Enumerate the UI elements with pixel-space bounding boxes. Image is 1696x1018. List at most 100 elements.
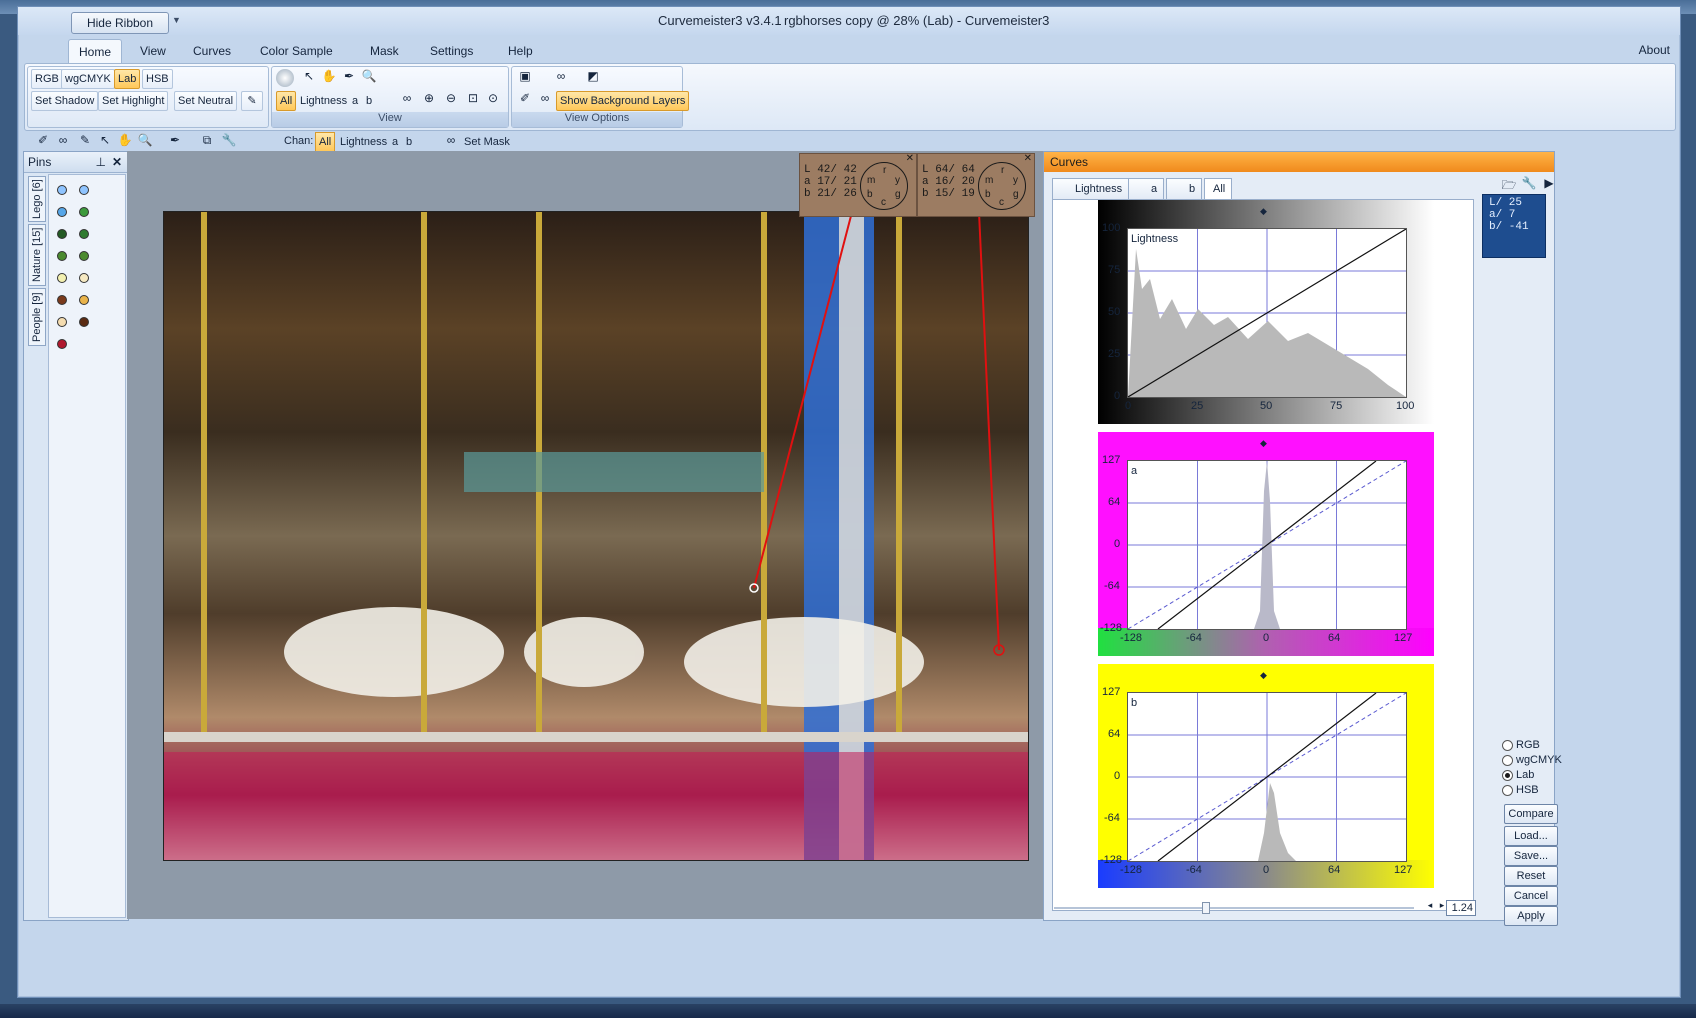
pin-icon[interactable] xyxy=(57,207,67,217)
mode-hsb-button[interactable]: HSB xyxy=(142,69,173,89)
channel-lightness-button[interactable]: Lightness xyxy=(296,91,351,111)
toolbar-channel-all[interactable]: All xyxy=(315,132,336,152)
toolbar-channel-lightness[interactable]: Lightness xyxy=(336,132,391,152)
mask-view-icon[interactable]: ∞ xyxy=(552,69,570,87)
mask-toggle-icon[interactable]: ∞ xyxy=(536,91,554,109)
pin-icon[interactable] xyxy=(57,273,67,283)
channel-b-button[interactable]: b xyxy=(362,91,376,111)
pins-tab-people[interactable]: People [9] xyxy=(28,288,46,346)
curve-handle-icon[interactable]: ◆ xyxy=(1260,670,1267,681)
mode-wgcmyk-button[interactable]: wgCMYK xyxy=(61,69,115,89)
pins-tab-lego[interactable]: Lego [6] xyxy=(28,176,46,222)
radio-wgcmyk[interactable]: wgCMYK xyxy=(1502,753,1562,768)
curves-tab-a[interactable]: a xyxy=(1128,178,1165,200)
tab-settings[interactable]: Settings xyxy=(420,39,483,63)
image-canvas[interactable]: L 42/ 42 a 17/ 21 b 21/ 26 ✕ mry bcg L 6… xyxy=(127,151,1069,919)
quick-access-dropdown-icon[interactable]: ▼ xyxy=(172,15,181,25)
slider-thumb[interactable] xyxy=(1202,902,1210,914)
pin-tool-icon[interactable]: ✐ xyxy=(34,133,52,151)
gamma-input[interactable]: 1.24 xyxy=(1446,900,1476,916)
mask-icon[interactable]: ∞ xyxy=(398,91,416,109)
toolbar-channel-b[interactable]: b xyxy=(402,132,416,152)
save-button[interactable]: Save... xyxy=(1504,846,1558,866)
toolbar-channel-a[interactable]: a xyxy=(388,132,402,152)
hand-tool-icon[interactable]: ✋ xyxy=(116,133,134,151)
curves-tab-lightness[interactable]: Lightness xyxy=(1052,178,1130,200)
channel-a-button[interactable]: a xyxy=(348,91,362,111)
set-neutral-button[interactable]: Set Neutral xyxy=(174,91,238,111)
mask-icon[interactable]: ∞ xyxy=(54,133,72,151)
pin-icon[interactable] xyxy=(57,229,67,239)
about-link[interactable]: About xyxy=(1639,43,1670,57)
set-shadow-button[interactable]: Set Shadow xyxy=(31,91,99,111)
radio-rgb[interactable]: RGB xyxy=(1502,738,1562,753)
lightness-plot[interactable]: Lightness xyxy=(1127,228,1407,398)
pin-icon[interactable] xyxy=(79,185,89,195)
pin-icon[interactable] xyxy=(79,295,89,305)
pins-tab-nature[interactable]: Nature [15] xyxy=(28,224,46,286)
mode-rgb-button[interactable]: RGB xyxy=(31,69,63,89)
pin-icon[interactable] xyxy=(57,251,67,261)
load-button[interactable]: Load... xyxy=(1504,826,1558,846)
curve-handle-icon[interactable]: ◆ xyxy=(1260,206,1267,217)
radio-hsb[interactable]: HSB xyxy=(1502,783,1562,798)
apply-button[interactable]: Apply xyxy=(1504,906,1558,926)
tab-home[interactable]: Home xyxy=(68,39,123,64)
mask-icon[interactable]: ∞ xyxy=(442,133,460,151)
a-plot[interactable]: a xyxy=(1127,460,1407,630)
curve-slider[interactable] xyxy=(1054,902,1414,914)
reset-button[interactable]: Reset xyxy=(1504,866,1558,886)
pin-panel-icon[interactable]: ⊥ xyxy=(96,152,106,172)
color-sample-2[interactable]: L 64/ 64 a 16/ 20 b 15/ 19 ✕ mry bcg xyxy=(917,153,1035,217)
tab-mask[interactable]: Mask xyxy=(360,39,409,63)
cancel-button[interactable]: Cancel xyxy=(1504,886,1558,906)
tab-color-sample[interactable]: Color Sample xyxy=(250,39,343,63)
zoom-fit-icon[interactable]: ⊡ xyxy=(464,91,482,109)
tab-help[interactable]: Help xyxy=(498,39,543,63)
close-icon[interactable]: ✕ xyxy=(906,153,914,164)
tab-curves[interactable]: Curves xyxy=(183,39,241,63)
play-icon[interactable]: ▶ xyxy=(1540,176,1558,194)
pin-icon[interactable] xyxy=(57,295,67,305)
pick-tool-icon[interactable]: ✎ xyxy=(241,91,263,111)
eyedropper-icon[interactable]: ✒ xyxy=(166,133,184,151)
pin-icon[interactable] xyxy=(57,317,67,327)
curve-pen-icon[interactable]: ✎ xyxy=(76,133,94,151)
pointer-tool-icon[interactable]: ↖ xyxy=(96,133,114,151)
pin-icon[interactable] xyxy=(79,229,89,239)
hand-tool-icon[interactable]: ✋ xyxy=(320,69,338,87)
overlay-icon[interactable]: ◩ xyxy=(584,69,602,87)
copy-icon[interactable]: ⧉ xyxy=(198,133,216,151)
curves-tab-b[interactable]: b xyxy=(1166,178,1203,200)
pin-tool-icon[interactable]: ✐ xyxy=(516,91,534,109)
b-plot[interactable]: b xyxy=(1127,692,1407,862)
radio-lab[interactable]: Lab xyxy=(1502,768,1562,783)
curves-tab-all[interactable]: All xyxy=(1204,178,1233,200)
step-left-icon[interactable]: ◂ xyxy=(1424,900,1436,914)
show-background-layers-button[interactable]: Show Background Layers xyxy=(556,91,690,111)
close-icon[interactable]: ✕ xyxy=(1024,153,1032,164)
carousel-photo[interactable] xyxy=(163,211,1029,861)
zoom-out-icon[interactable]: ⊖ xyxy=(442,91,460,109)
zoom-in-icon[interactable]: ⊕ xyxy=(420,91,438,109)
curve-handle-icon[interactable]: ◆ xyxy=(1260,438,1267,449)
mode-lab-button[interactable]: Lab xyxy=(114,69,141,89)
pin-icon[interactable] xyxy=(79,317,89,327)
color-sample-1[interactable]: L 42/ 42 a 17/ 21 b 21/ 26 ✕ mry bcg xyxy=(799,153,917,217)
pointer-tool-icon[interactable]: ↖ xyxy=(300,69,318,87)
set-highlight-button[interactable]: Set Highlight xyxy=(98,91,169,111)
close-icon[interactable]: ✕ xyxy=(112,152,122,172)
pin-icon[interactable] xyxy=(79,251,89,261)
set-mask-button[interactable]: Set Mask xyxy=(460,132,514,152)
pin-icon[interactable] xyxy=(79,207,89,217)
eyedropper-icon[interactable]: ✒ xyxy=(340,69,358,87)
layer-view-icon[interactable]: ▣ xyxy=(516,69,534,87)
zoom-tool-icon[interactable]: 🔍 xyxy=(136,133,154,151)
curvemeister-icon[interactable] xyxy=(276,69,294,87)
channel-all-button[interactable]: All xyxy=(276,91,297,111)
zoom-actual-icon[interactable]: ⊙ xyxy=(484,91,502,109)
pin-icon[interactable] xyxy=(79,273,89,283)
pin-icon[interactable] xyxy=(57,185,67,195)
pin-icon[interactable] xyxy=(57,339,67,349)
tab-view[interactable]: View xyxy=(130,39,176,63)
